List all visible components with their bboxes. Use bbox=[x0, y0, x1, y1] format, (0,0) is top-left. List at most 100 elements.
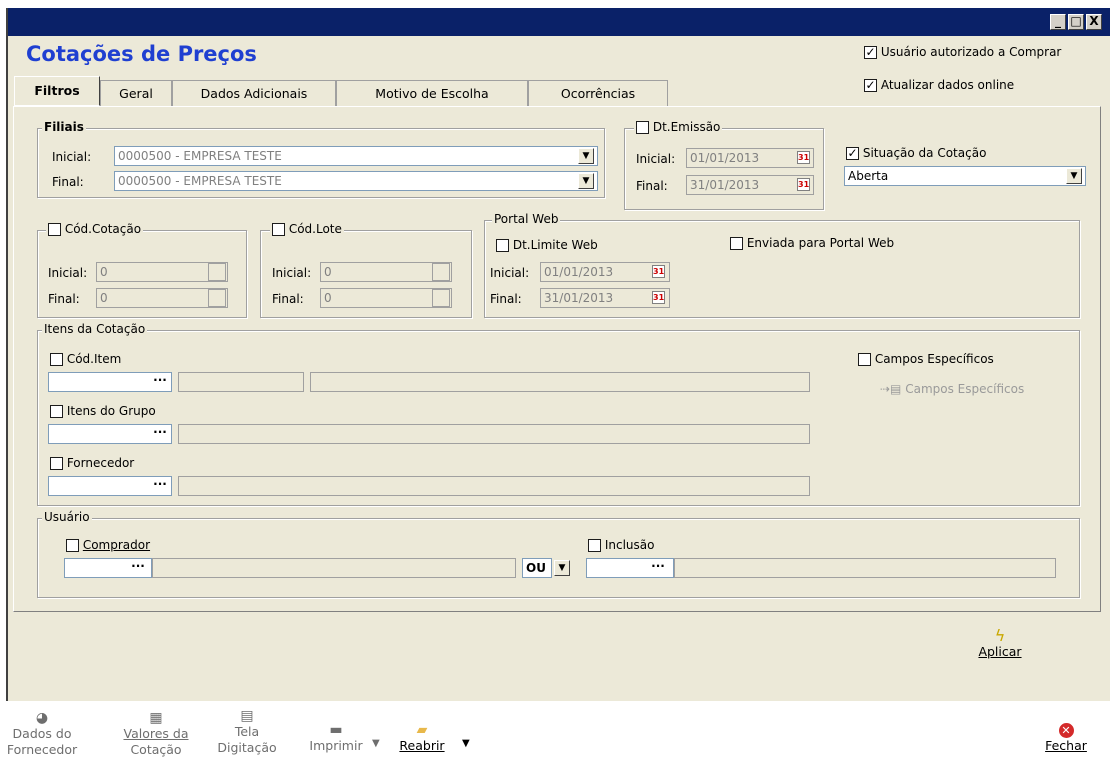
tela-digitacao-button[interactable]: ▤ Tela Digitação bbox=[212, 708, 282, 756]
tab-geral[interactable]: Geral bbox=[100, 80, 172, 106]
form-icon: ▤ bbox=[240, 708, 254, 724]
imprimir-button[interactable]: ▬ Imprimir bbox=[306, 722, 366, 754]
calendar-icon[interactable]: 31 bbox=[797, 178, 810, 191]
atualizar-online-option[interactable]: Atualizar dados online bbox=[864, 78, 1014, 92]
close-window-button[interactable]: X bbox=[1086, 14, 1102, 30]
more-icon[interactable]: ··· bbox=[126, 559, 150, 579]
user-search-icon: ◕ bbox=[35, 710, 49, 726]
calendar-icon[interactable]: 31 bbox=[652, 265, 665, 278]
campos-especificos-label: Campos Específicos bbox=[874, 352, 994, 366]
cod-item-checkbox[interactable] bbox=[50, 353, 63, 366]
page-title: Cotações de Preços bbox=[26, 42, 257, 66]
usuario-legend: Usuário bbox=[42, 510, 92, 524]
fornecedor-desc-field bbox=[178, 476, 810, 496]
reabrir-button[interactable]: ▰ Reabrir bbox=[394, 722, 450, 754]
comprador-checkbox[interactable] bbox=[66, 539, 79, 552]
more-icon[interactable]: ··· bbox=[646, 559, 670, 579]
dados-fornecedor-button[interactable]: ◕ Dados do Fornecedor bbox=[0, 710, 84, 758]
maximize-button[interactable]: □ bbox=[1068, 14, 1084, 30]
usuario-autorizado-option[interactable]: Usuário autorizado a Comprar bbox=[864, 45, 1061, 59]
portal-inicial-label: Inicial: bbox=[490, 266, 530, 280]
campos-especificos-checkbox[interactable] bbox=[858, 353, 871, 366]
dt-emissao-inicial-value: 01/01/2013 bbox=[690, 151, 760, 165]
imprimir-dropdown-icon[interactable]: ▼ bbox=[372, 738, 380, 749]
tab-ocorrencias[interactable]: Ocorrências bbox=[528, 80, 668, 106]
campos-especificos-option[interactable]: Campos Específicos bbox=[858, 352, 994, 366]
cod-cotacao-final-label: Final: bbox=[48, 292, 80, 306]
filial-inicial-value: 0000500 - EMPRESA TESTE bbox=[118, 149, 282, 163]
title-bar[interactable] bbox=[8, 8, 1110, 36]
situacao-checkbox[interactable] bbox=[846, 147, 859, 160]
more-icon[interactable]: ··· bbox=[148, 373, 172, 393]
campos-especificos-button-label: Campos Específicos bbox=[905, 382, 1025, 396]
dt-emissao-checkbox[interactable] bbox=[636, 121, 649, 134]
spinner-icon[interactable] bbox=[432, 263, 450, 281]
dt-emissao-inicial-input[interactable]: 01/01/2013 bbox=[686, 148, 814, 168]
dt-emissao-final-label: Final: bbox=[636, 179, 668, 193]
itens-cotacao-legend: Itens da Cotação bbox=[42, 322, 148, 336]
portal-final-input[interactable]: 31/01/2013 bbox=[540, 288, 670, 308]
cod-lote-final-label: Final: bbox=[272, 292, 304, 306]
calendar-icon[interactable]: 31 bbox=[797, 151, 810, 164]
cod-lote-legend: Cód.Lote bbox=[270, 222, 344, 236]
filial-final-select[interactable]: 0000500 - EMPRESA TESTE bbox=[114, 171, 598, 191]
dt-emissao-final-input[interactable]: 31/01/2013 bbox=[686, 175, 814, 195]
cod-cotacao-inicial-value: 0 bbox=[100, 265, 108, 279]
cod-cotacao-inicial-label: Inicial: bbox=[48, 266, 88, 280]
atualizar-online-label: Atualizar dados online bbox=[880, 78, 1015, 92]
fechar-button[interactable]: ✕ Fechar bbox=[1036, 722, 1096, 754]
enviada-portal-option[interactable]: Enviada para Portal Web bbox=[730, 236, 894, 250]
fornecedor-option[interactable]: Fornecedor bbox=[50, 456, 134, 470]
dt-limite-option[interactable]: Dt.Limite Web bbox=[496, 238, 598, 252]
filial-final-dropdown-icon[interactable]: ▼ bbox=[578, 173, 594, 189]
ou-select[interactable]: OU bbox=[522, 558, 552, 578]
situacao-option[interactable]: Situação da Cotação bbox=[846, 146, 986, 160]
filial-inicial-select[interactable]: 0000500 - EMPRESA TESTE bbox=[114, 146, 598, 166]
itens-grupo-desc-field bbox=[178, 424, 810, 444]
inclusao-label: Inclusão bbox=[604, 538, 655, 552]
tab-dados-adicionais[interactable]: Dados Adicionais bbox=[172, 80, 336, 106]
cod-item-label: Cód.Item bbox=[66, 352, 122, 366]
cod-lote-final-value: 0 bbox=[324, 291, 332, 305]
portal-inicial-input[interactable]: 01/01/2013 bbox=[540, 262, 670, 282]
valores-cotacao-button[interactable]: ▦ Valores da Cotação bbox=[116, 710, 196, 758]
comprador-desc-field bbox=[152, 558, 516, 578]
situacao-select[interactable]: Aberta bbox=[844, 166, 1086, 186]
comprador-option[interactable]: Comprador bbox=[66, 538, 150, 552]
more-icon[interactable]: ··· bbox=[148, 425, 172, 445]
filiais-final-label: Final: bbox=[52, 175, 84, 189]
cod-item-option[interactable]: Cód.Item bbox=[50, 352, 121, 366]
portal-final-label: Final: bbox=[490, 292, 522, 306]
tab-motivo-escolha[interactable]: Motivo de Escolha bbox=[336, 80, 528, 106]
filial-inicial-dropdown-icon[interactable]: ▼ bbox=[578, 148, 594, 164]
reabrir-dropdown-icon[interactable]: ▼ bbox=[462, 738, 470, 749]
usuario-autorizado-checkbox[interactable] bbox=[864, 46, 877, 59]
spinner-icon[interactable] bbox=[208, 263, 226, 281]
aplicar-button[interactable]: ϟ Aplicar bbox=[972, 628, 1028, 660]
enviada-portal-checkbox[interactable] bbox=[730, 237, 743, 250]
situacao-dropdown-icon[interactable]: ▼ bbox=[1066, 168, 1082, 184]
fornecedor-checkbox[interactable] bbox=[50, 457, 63, 470]
cod-item-desc-field bbox=[310, 372, 810, 392]
inclusao-checkbox[interactable] bbox=[588, 539, 601, 552]
itens-grupo-option[interactable]: Itens do Grupo bbox=[50, 404, 156, 418]
tela-digitacao-line2: Digitação bbox=[217, 740, 277, 755]
atualizar-online-checkbox[interactable] bbox=[864, 79, 877, 92]
minimize-button[interactable]: _ bbox=[1050, 14, 1066, 30]
imprimir-label: Imprimir bbox=[309, 738, 363, 753]
dt-limite-checkbox[interactable] bbox=[496, 239, 509, 252]
lightning-icon: ϟ bbox=[994, 626, 1006, 645]
more-icon[interactable]: ··· bbox=[148, 477, 172, 497]
inclusao-option[interactable]: Inclusão bbox=[588, 538, 654, 552]
spinner-icon[interactable] bbox=[432, 289, 450, 307]
itens-grupo-checkbox[interactable] bbox=[50, 405, 63, 418]
calendar-icon[interactable]: 31 bbox=[652, 291, 665, 304]
ou-dropdown-icon[interactable]: ▼ bbox=[554, 560, 570, 576]
tab-filtros[interactable]: Filtros bbox=[14, 76, 100, 106]
cod-cotacao-checkbox[interactable] bbox=[48, 223, 61, 236]
cod-lote-checkbox[interactable] bbox=[272, 223, 285, 236]
campos-especificos-button[interactable]: ⇢▤ Campos Específicos bbox=[880, 382, 1024, 396]
portal-inicial-value: 01/01/2013 bbox=[544, 265, 614, 279]
spinner-icon[interactable] bbox=[208, 289, 226, 307]
itens-grupo-label: Itens do Grupo bbox=[66, 404, 156, 418]
